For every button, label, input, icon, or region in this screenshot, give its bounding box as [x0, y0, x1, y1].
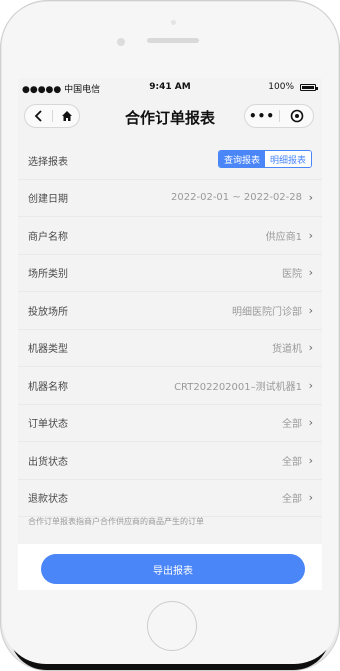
- field-row-venue[interactable]: 投放场所 明细医院门诊部 ›: [18, 292, 322, 330]
- battery-icon: [300, 84, 318, 91]
- field-label: 场所类别: [28, 269, 68, 281]
- field-value: 全部: [282, 494, 302, 506]
- proximity-sensor: [171, 20, 176, 25]
- field-row-merchant[interactable]: 商户名称 供应商1 ›: [18, 217, 322, 255]
- query-report-tab[interactable]: 查询报表: [218, 151, 265, 167]
- field-row-refund-status[interactable]: 退款状态 全部 ›: [18, 480, 322, 517]
- home-button[interactable]: [147, 601, 197, 651]
- export-report-button[interactable]: 导出报表: [41, 554, 305, 584]
- field-value: 供应商1: [265, 231, 302, 243]
- earpiece-speaker: [147, 38, 199, 43]
- nav-capsule-right: •••: [244, 104, 314, 128]
- chevron-right-icon: ›: [308, 378, 313, 392]
- field-label: 创建日期: [28, 194, 68, 206]
- field-value: 货道机: [272, 344, 302, 356]
- battery-percent: 100%: [268, 82, 294, 92]
- status-bar: ●●●●● 中国电信 9:41 AM 100%: [18, 78, 322, 96]
- field-label: 退款状态: [28, 494, 68, 506]
- field-value: 全部: [282, 419, 302, 431]
- field-value: 医院: [282, 269, 302, 281]
- chevron-right-icon: ›: [308, 266, 313, 280]
- report-selector-label: 选择报表: [28, 156, 68, 168]
- field-value: 明细医院门诊部: [232, 306, 302, 318]
- close-icon[interactable]: [280, 105, 314, 127]
- app-screen: ●●●●● 中国电信 9:41 AM 100% 合作订单报表 ••• 选择报表 …: [18, 78, 322, 590]
- phone-frame: ●●●●● 中国电信 9:41 AM 100% 合作订单报表 ••• 选择报表 …: [0, 0, 340, 671]
- chevron-right-icon: ›: [308, 453, 313, 467]
- field-row-shipping-status[interactable]: 出货状态 全部 ›: [18, 442, 322, 480]
- detail-report-tab[interactable]: 明细报表: [264, 151, 311, 167]
- navigation-bar: 合作订单报表 •••: [18, 96, 322, 136]
- hint-text: 合作订单报表指商户合作供应商的商品产生的订单: [28, 517, 204, 526]
- chevron-right-icon: ›: [308, 491, 313, 505]
- field-row-venue-category[interactable]: 场所类别 医院 ›: [18, 255, 322, 292]
- form-list: 选择报表 查询报表 明细报表 创建日期 2022-02-01 ~ 2022-02…: [18, 142, 322, 517]
- bottom-action-bar: 导出报表: [18, 544, 322, 590]
- chevron-right-icon: ›: [308, 303, 313, 317]
- field-label: 机器名称: [28, 381, 68, 393]
- field-value: 2022-02-01 ~ 2022-02-28: [171, 192, 302, 204]
- front-camera: [117, 38, 125, 46]
- chevron-right-icon: ›: [308, 191, 313, 205]
- chevron-right-icon: ›: [308, 341, 313, 355]
- field-value: CRT202202001–测试机器1: [174, 381, 302, 393]
- chevron-right-icon: ›: [308, 416, 313, 430]
- field-row-order-status[interactable]: 订单状态 全部 ›: [18, 405, 322, 442]
- chevron-right-icon: ›: [308, 228, 313, 242]
- field-row-machine-type[interactable]: 机器类型 货道机 ›: [18, 330, 322, 367]
- field-row-create-date[interactable]: 创建日期 2022-02-01 ~ 2022-02-28 ›: [18, 180, 322, 217]
- field-label: 投放场所: [28, 306, 68, 318]
- report-selector-row: 选择报表 查询报表 明细报表: [18, 142, 322, 180]
- more-icon[interactable]: •••: [245, 105, 279, 127]
- field-label: 出货状态: [28, 456, 68, 468]
- field-label: 机器类型: [28, 344, 68, 356]
- field-row-machine-name[interactable]: 机器名称 CRT202202001–测试机器1 ›: [18, 367, 322, 405]
- field-label: 订单状态: [28, 419, 68, 431]
- field-label: 商户名称: [28, 231, 68, 243]
- field-value: 全部: [282, 456, 302, 468]
- report-type-toggle: 查询报表 明细报表: [217, 150, 312, 168]
